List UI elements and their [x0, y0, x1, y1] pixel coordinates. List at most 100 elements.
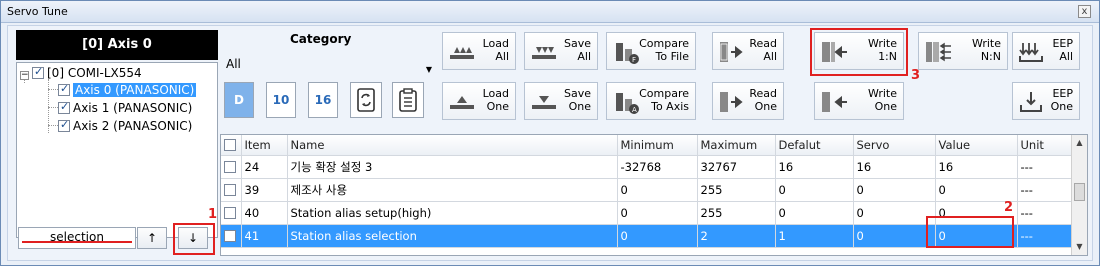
svg-text:A: A [632, 106, 637, 114]
cell-item: 24 [241, 155, 288, 179]
scroll-thumb[interactable] [1074, 183, 1085, 201]
format-decimal-button[interactable]: D [224, 82, 254, 118]
cell-unit: --- [1017, 224, 1074, 248]
cell-value[interactable]: 16 [935, 155, 1018, 179]
load-all-icon [450, 47, 474, 59]
table-row[interactable]: 24 기능 확장 설정 3 -32768 32767 16 16 16 --- [221, 155, 1074, 179]
col-header-item[interactable]: Item [241, 135, 288, 156]
tree-item-axis-2[interactable]: Axis 2 (PANASONIC) [58, 117, 193, 134]
cell-name: 제조사 사용 [287, 178, 618, 202]
compare-file-icon: F [616, 43, 639, 64]
category-value: All [226, 57, 241, 71]
axis-tree[interactable]: − [0] COMI-LX554 Axis 0 (PANASONIC) Axis … [16, 62, 218, 238]
axis-header: [0] Axis 0 [16, 30, 218, 60]
cell-maximum: 32767 [697, 155, 776, 179]
col-header-default[interactable]: Defalut [775, 135, 854, 156]
row-checkbox[interactable] [224, 206, 236, 219]
col-header-name[interactable]: Name [287, 135, 618, 156]
vertical-scrollbar[interactable]: ▲ ▼ [1071, 135, 1087, 255]
cell-servo: 0 [853, 178, 936, 202]
tree-item-axis-1[interactable]: Axis 1 (PANASONIC) [58, 99, 192, 116]
close-icon[interactable]: x [1078, 5, 1091, 18]
write-nn-icon [926, 42, 951, 62]
eep-all-icon [1019, 43, 1043, 62]
load-one-icon [450, 96, 474, 109]
tree-root[interactable]: − [0] COMI-LX554 [20, 64, 142, 81]
tree-item-label: Axis 0 (PANASONIC) [73, 83, 197, 97]
col-header-maximum[interactable]: Maximum [697, 135, 776, 156]
tree-item-checkbox[interactable] [58, 99, 70, 115]
tree-item-label: Axis 2 (PANASONIC) [73, 119, 193, 133]
col-header-minimum[interactable]: Minimum [617, 135, 698, 156]
eep-one-icon [1020, 92, 1042, 112]
cell-unit: --- [1017, 201, 1074, 225]
tree-root-checkbox[interactable] [32, 64, 44, 80]
load-one-button[interactable]: Load One [442, 82, 516, 120]
write-nn-button[interactable]: Write N:N [918, 32, 1008, 70]
cell-name: 기능 확장 설정 3 [287, 155, 618, 179]
refresh-button[interactable] [350, 82, 382, 118]
save-all-button[interactable]: Save All [524, 32, 598, 70]
read-one-icon [720, 92, 743, 112]
cell-unit: --- [1017, 178, 1074, 202]
format-10-button[interactable]: 10 [266, 82, 296, 118]
row-checkbox[interactable] [224, 229, 236, 242]
col-header-unit[interactable]: Unit [1017, 135, 1074, 156]
scroll-up-icon[interactable]: ▲ [1072, 135, 1087, 151]
annotation-box-3 [810, 28, 908, 76]
select-all-checkbox-cell[interactable] [221, 135, 242, 156]
clipboard-icon [399, 88, 417, 112]
cell-name: Station alias selection [287, 224, 618, 248]
cell-minimum: 0 [617, 201, 698, 225]
cell-value[interactable]: 0 [935, 178, 1018, 202]
svg-text:F: F [632, 56, 636, 64]
select-all-checkbox[interactable] [224, 138, 236, 151]
table-header-row: Item Name Minimum Maximum Defalut Servo … [221, 135, 1074, 156]
tree-root-label: [0] COMI-LX554 [47, 66, 142, 80]
eep-one-button[interactable]: EEP One [1012, 82, 1080, 120]
read-one-button[interactable]: Read One [712, 82, 784, 120]
compare-to-axis-button[interactable]: A Compare To Axis [606, 82, 696, 120]
cell-item: 40 [241, 201, 288, 225]
window-title: Servo Tune [7, 5, 68, 18]
table-row[interactable]: 39 제조사 사용 0 255 0 0 0 --- [221, 178, 1074, 202]
compare-to-file-button[interactable]: F Compare To File [606, 32, 696, 70]
save-one-button[interactable]: Save One [524, 82, 598, 120]
row-checkbox[interactable] [224, 160, 236, 173]
format-16-button[interactable]: 16 [308, 82, 338, 118]
servo-tune-window: Servo Tune x [0] Axis 0 − [0] COMI-LX554 … [0, 0, 1100, 266]
row-checkbox[interactable] [224, 183, 236, 196]
annotation-box-1 [173, 223, 215, 255]
dropdown-arrow-icon[interactable]: ▼ [426, 60, 432, 80]
read-all-icon [720, 42, 743, 62]
col-header-value[interactable]: Value [935, 135, 1018, 156]
tree-item-checkbox[interactable] [58, 81, 70, 97]
read-all-button[interactable]: Read All [712, 32, 784, 70]
save-one-icon [532, 96, 556, 109]
cell-minimum: -32768 [617, 155, 698, 179]
selection-underline [22, 241, 132, 243]
eep-all-button[interactable]: EEP All [1012, 32, 1080, 70]
collapse-icon[interactable]: − [20, 71, 29, 80]
cell-item: 39 [241, 178, 288, 202]
cell-name: Station alias setup(high) [287, 201, 618, 225]
cell-default: 16 [775, 155, 854, 179]
write-one-button[interactable]: Write One [814, 82, 904, 120]
tree-item-axis-0[interactable]: Axis 0 (PANASONIC) [58, 81, 197, 98]
load-all-button[interactable]: Load All [442, 32, 516, 70]
tree-item-checkbox[interactable] [58, 117, 70, 133]
save-all-icon [532, 47, 556, 59]
write-one-icon [822, 92, 847, 112]
col-header-servo[interactable]: Servo [853, 135, 936, 156]
scroll-down-icon[interactable]: ▼ [1072, 239, 1087, 255]
cell-default: 0 [775, 178, 854, 202]
move-up-button[interactable]: ↑ [137, 227, 167, 249]
compare-axis-icon: A [616, 93, 639, 114]
cell-servo: 16 [853, 155, 936, 179]
selection-field[interactable]: selection [18, 227, 136, 249]
category-select[interactable]: All ▼ [224, 54, 434, 74]
clipboard-button[interactable] [392, 82, 424, 118]
cell-item: 41 [241, 224, 288, 248]
client-area: [0] Axis 0 − [0] COMI-LX554 Axis 0 (PANAS… [7, 25, 1093, 261]
category-label: Category [290, 32, 352, 46]
